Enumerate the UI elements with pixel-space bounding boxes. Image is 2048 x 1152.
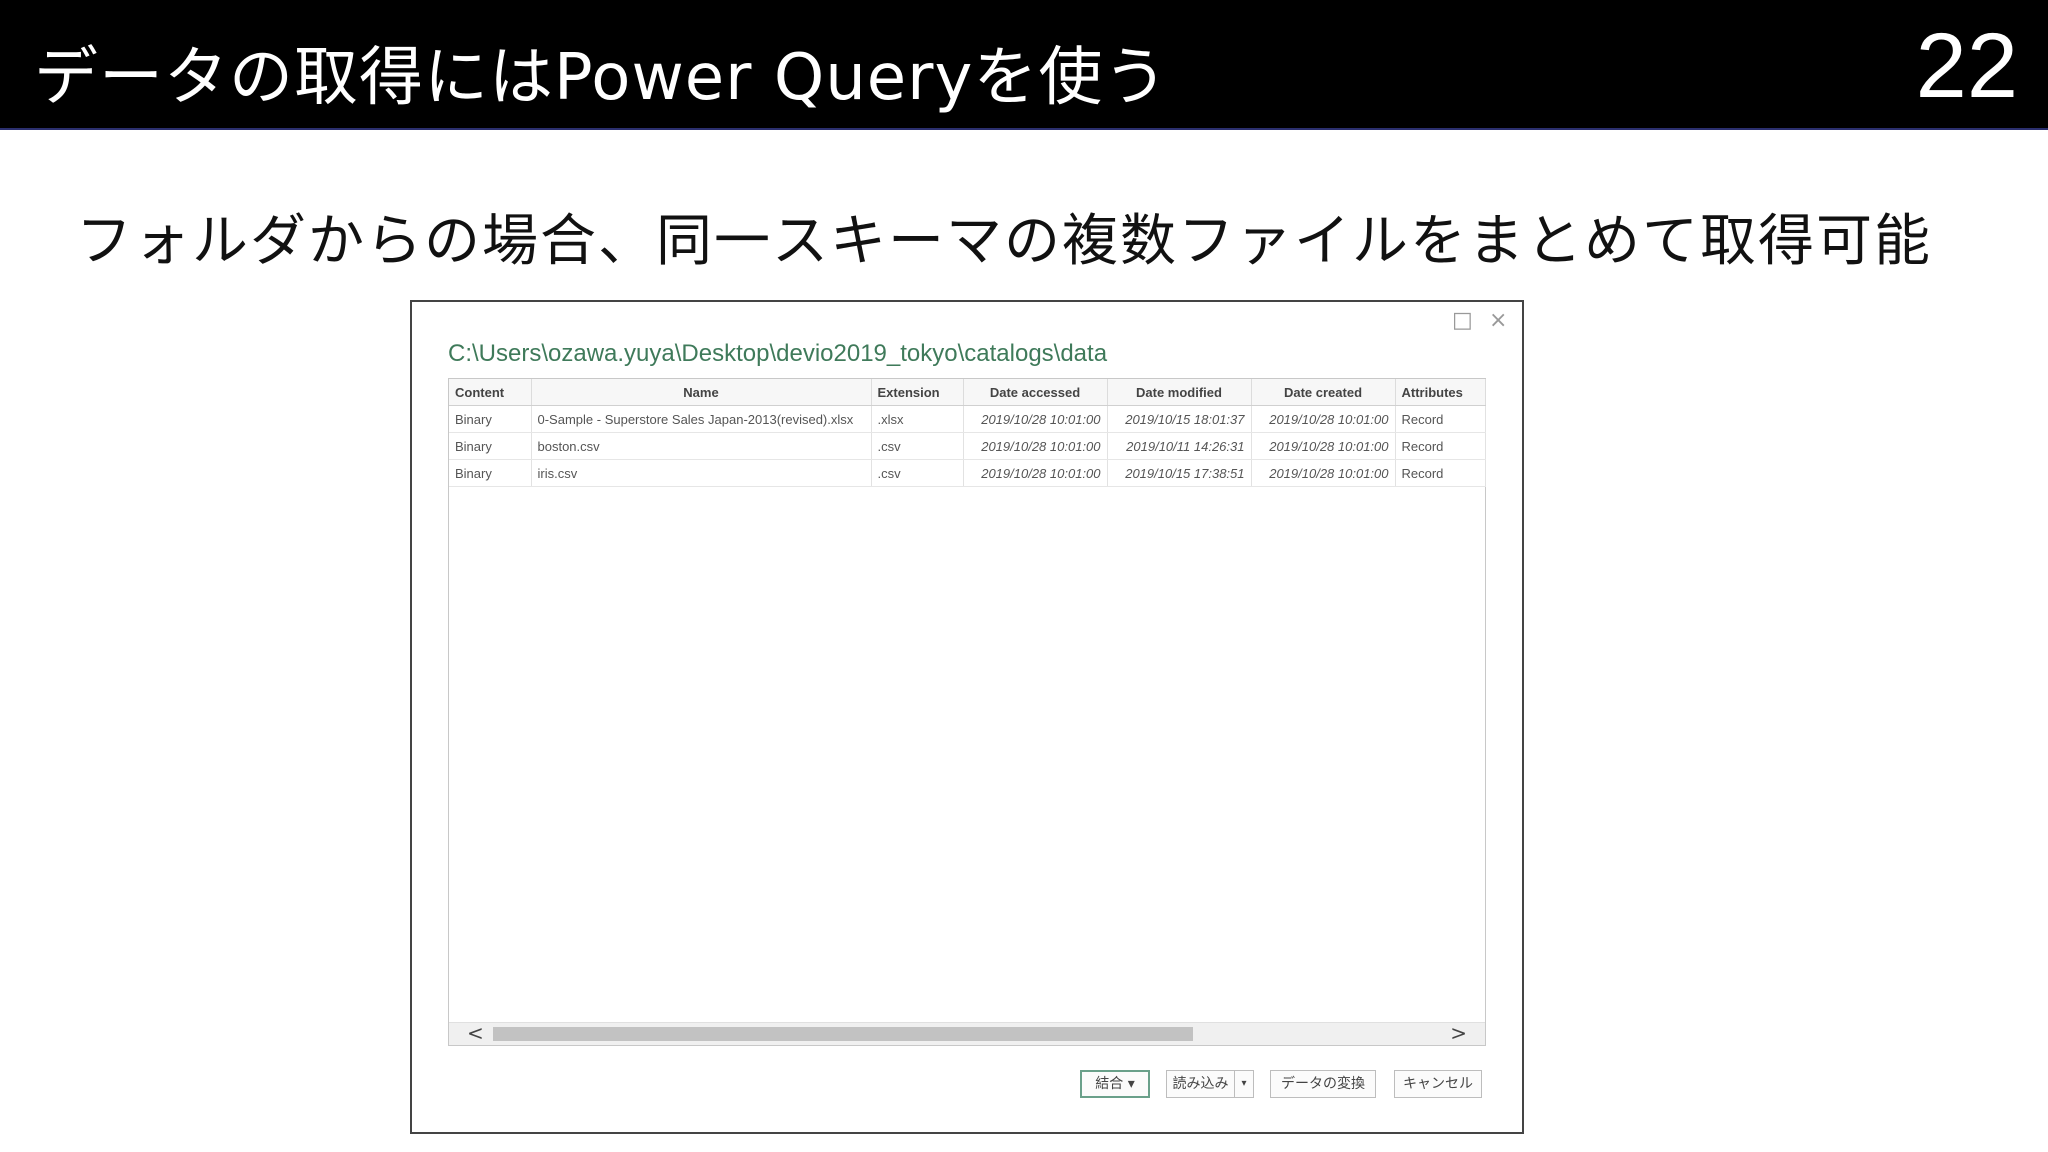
maximize-icon[interactable]: □ xyxy=(1452,308,1473,333)
cell-date-accessed[interactable]: 2019/10/28 10:01:00 xyxy=(963,432,1108,460)
cell-date-modified[interactable]: 2019/10/15 18:01:37 xyxy=(1107,405,1252,433)
table-row[interactable]: Binary iris.csv .csv 2019/10/28 10:01:00… xyxy=(449,459,1486,487)
cell-extension[interactable]: .csv xyxy=(871,432,964,460)
load-button[interactable]: 読み込み xyxy=(1166,1070,1234,1098)
cell-name[interactable]: 0-Sample - Superstore Sales Japan-2013(r… xyxy=(531,405,872,433)
scroll-left-icon[interactable]: < xyxy=(467,1021,484,1045)
cell-name[interactable]: iris.csv xyxy=(531,459,872,487)
cell-extension[interactable]: .csv xyxy=(871,459,964,487)
cell-date-modified[interactable]: 2019/10/11 14:26:31 xyxy=(1107,432,1252,460)
cell-date-created[interactable]: 2019/10/28 10:01:00 xyxy=(1251,432,1396,460)
cell-attributes[interactable]: Record xyxy=(1395,405,1486,433)
column-header-date-created[interactable]: Date created xyxy=(1251,379,1396,406)
cell-date-accessed[interactable]: 2019/10/28 10:01:00 xyxy=(963,459,1108,487)
column-header-date-modified[interactable]: Date modified xyxy=(1107,379,1252,406)
combine-button[interactable]: 結合 ▾ xyxy=(1080,1070,1150,1098)
cell-date-accessed[interactable]: 2019/10/28 10:01:00 xyxy=(963,405,1108,433)
cell-content[interactable]: Binary xyxy=(449,459,532,487)
cell-date-modified[interactable]: 2019/10/15 17:38:51 xyxy=(1107,459,1252,487)
cancel-button[interactable]: キャンセル xyxy=(1394,1070,1482,1098)
transform-data-button[interactable]: データの変換 xyxy=(1270,1070,1376,1098)
slide-subtitle: フォルダからの場合、同一スキーマの複数ファイルをまとめて取得可能 xyxy=(76,209,1932,274)
column-header-date-accessed[interactable]: Date accessed xyxy=(963,379,1108,406)
cell-content[interactable]: Binary xyxy=(449,432,532,460)
column-header-extension[interactable]: Extension xyxy=(871,379,964,406)
folder-dialog: □ × C:\Users\ozawa.yuya\Desktop\devio201… xyxy=(410,300,1524,1134)
table-row[interactable]: Binary 0-Sample - Superstore Sales Japan… xyxy=(449,405,1486,433)
slide-title: データの取得にはPower Queryを使う xyxy=(34,41,1169,115)
scroll-right-icon[interactable]: > xyxy=(1450,1021,1467,1045)
horizontal-scrollbar[interactable]: < > xyxy=(449,1021,1485,1045)
table-row[interactable]: Binary boston.csv .csv 2019/10/28 10:01:… xyxy=(449,432,1486,460)
cell-extension[interactable]: .xlsx xyxy=(871,405,964,433)
header-row: Content Name Extension Date accessed Dat… xyxy=(449,379,1486,406)
column-header-name[interactable]: Name xyxy=(531,379,872,406)
cell-date-created[interactable]: 2019/10/28 10:01:00 xyxy=(1251,405,1396,433)
title-bar: データの取得にはPower Queryを使う 22 xyxy=(0,0,2048,130)
close-icon[interactable]: × xyxy=(1489,308,1507,333)
cell-attributes[interactable]: Record xyxy=(1395,459,1486,487)
file-grid: Content Name Extension Date accessed Dat… xyxy=(448,378,1486,1046)
column-header-attributes[interactable]: Attributes xyxy=(1395,379,1486,406)
folder-path: C:\Users\ozawa.yuya\Desktop\devio2019_to… xyxy=(448,340,1108,367)
scrollbar-thumb[interactable] xyxy=(493,1027,1193,1041)
load-dropdown-icon[interactable]: ▾ xyxy=(1234,1070,1254,1098)
cell-name[interactable]: boston.csv xyxy=(531,432,872,460)
cell-date-created[interactable]: 2019/10/28 10:01:00 xyxy=(1251,459,1396,487)
column-header-content[interactable]: Content xyxy=(449,379,532,406)
file-table: Content Name Extension Date accessed Dat… xyxy=(449,379,1486,487)
slide-number: 22 xyxy=(1915,15,2018,117)
cell-attributes[interactable]: Record xyxy=(1395,432,1486,460)
cell-content[interactable]: Binary xyxy=(449,405,532,433)
